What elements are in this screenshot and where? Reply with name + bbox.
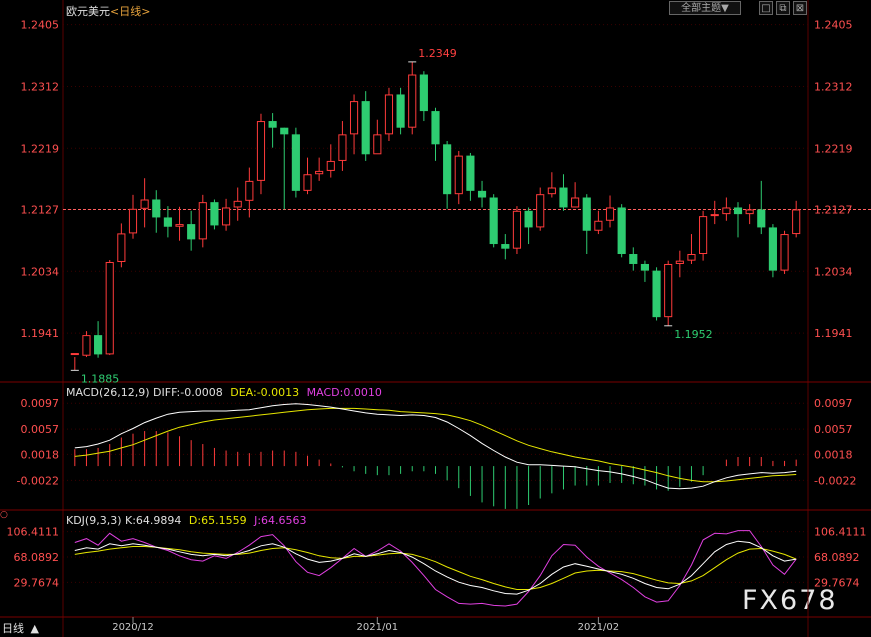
candle-body-down bbox=[268, 121, 277, 128]
candle-body-down bbox=[524, 210, 533, 228]
candle-body-up bbox=[454, 155, 463, 195]
candle-body-up bbox=[605, 207, 615, 221]
chart-canvas: 1.2405 1.2405 1.2312 1.2312 1.2219 1.2219 1.21… bbox=[0, 0, 871, 637]
candle-body-down bbox=[187, 224, 196, 240]
macd-ytick-right: -0.0022 bbox=[814, 474, 856, 487]
candle-body-up bbox=[722, 207, 731, 215]
candle-body-up bbox=[349, 101, 359, 135]
candle-body-up bbox=[664, 263, 673, 318]
candle-body-down bbox=[559, 187, 568, 208]
candle-body-down bbox=[757, 209, 766, 228]
kdj-j-line bbox=[74, 530, 797, 607]
candle-body-up bbox=[128, 208, 138, 234]
macd-ytick-left: -0.0022 bbox=[17, 474, 59, 487]
x-tick-label: 2021/01 bbox=[357, 622, 399, 633]
candle-body-up bbox=[233, 200, 242, 208]
price-ytick-left: 1.1941 bbox=[21, 327, 60, 340]
x-tick-label: 2021/02 bbox=[578, 622, 620, 633]
candle-body-down bbox=[466, 155, 475, 191]
candle-body-down bbox=[419, 74, 428, 112]
candle-body-up bbox=[70, 353, 79, 356]
candle-body-down bbox=[629, 254, 638, 264]
candle-body-down bbox=[652, 270, 661, 318]
macd-ytick-right: 0.0057 bbox=[814, 423, 853, 436]
candle-body-down bbox=[768, 227, 777, 271]
kdj-ytick-left: 106.4111 bbox=[7, 526, 60, 539]
candle-body-up bbox=[710, 214, 719, 217]
price-ytick-left: 1.2219 bbox=[21, 142, 60, 155]
candle-body-down bbox=[396, 94, 405, 128]
candle-body-down bbox=[163, 217, 172, 227]
candle-body-up bbox=[687, 254, 696, 261]
kdj-ytick-right: 29.7674 bbox=[814, 576, 860, 589]
price-ytick-left: 1.2034 bbox=[21, 265, 60, 278]
candle-body-up bbox=[408, 74, 417, 128]
macd-ytick-left: 0.0057 bbox=[21, 423, 60, 436]
candle-body-up bbox=[594, 220, 603, 231]
price-ytick-right: 1.2405 bbox=[814, 19, 853, 32]
price-ytick-right: 1.1941 bbox=[814, 327, 853, 340]
candle-body-up bbox=[326, 160, 335, 171]
candle-body-down bbox=[291, 134, 300, 191]
price-ytick-left: 1.2127 bbox=[21, 203, 60, 216]
kdj-k-line bbox=[74, 540, 797, 595]
candle-body-down bbox=[489, 197, 498, 245]
macd-ytick-left: 0.0018 bbox=[21, 448, 60, 461]
candle-body-down bbox=[361, 101, 370, 155]
candle-body-up bbox=[571, 197, 580, 208]
candle-body-down bbox=[640, 263, 650, 271]
candle-body-up bbox=[105, 261, 114, 355]
price-ytick-right: 1.2034 bbox=[814, 265, 853, 278]
candle-body-up bbox=[675, 260, 684, 264]
candle-body-up bbox=[117, 233, 126, 262]
candle-body-up bbox=[198, 202, 207, 240]
candle-body-up bbox=[245, 180, 254, 201]
price-ytick-left: 1.2405 bbox=[21, 19, 60, 32]
candle-body-up bbox=[256, 121, 266, 181]
candle-body-up bbox=[699, 216, 708, 255]
macd-ytick-right: 0.0097 bbox=[814, 397, 853, 410]
candle-body-down bbox=[501, 244, 510, 249]
candle-body-up bbox=[140, 199, 149, 209]
candle-body-up bbox=[373, 134, 382, 155]
price-ytick-right: 1.2312 bbox=[814, 80, 853, 93]
price-ytick-right: 1.2219 bbox=[814, 142, 853, 155]
low-annotation-2: 1.1952 bbox=[674, 328, 713, 341]
candle-body-up bbox=[338, 134, 347, 161]
macd-ytick-right: 0.0018 bbox=[814, 448, 853, 461]
price-ytick-left: 1.2312 bbox=[21, 80, 60, 93]
candle-body-down bbox=[280, 127, 289, 135]
candle-body-down bbox=[617, 207, 626, 255]
kdj-ytick-left: 68.0892 bbox=[14, 551, 60, 564]
macd-diff-line bbox=[74, 403, 797, 490]
candle-body-up bbox=[512, 210, 522, 249]
kdj-ytick-right: 68.0892 bbox=[814, 551, 860, 564]
candle-body-down bbox=[431, 111, 440, 145]
candle-body-down bbox=[443, 144, 452, 195]
kdj-ytick-left: 29.7674 bbox=[14, 576, 60, 589]
candle-body-up bbox=[175, 224, 184, 227]
candle-body-up bbox=[745, 209, 754, 215]
candle-body-up bbox=[792, 209, 801, 235]
candle-body-up bbox=[82, 335, 91, 356]
macd-ytick-left: 0.0097 bbox=[21, 397, 60, 410]
candle-body-up bbox=[536, 194, 545, 228]
candle-body-down bbox=[477, 190, 487, 198]
x-tick-label: 2020/12 bbox=[112, 622, 154, 633]
candle-body-up bbox=[303, 174, 312, 191]
candle-body-up bbox=[547, 187, 556, 195]
candle-body-down bbox=[94, 335, 103, 355]
candle-body-up bbox=[384, 94, 394, 135]
candle-body-up bbox=[315, 170, 324, 175]
high-annotation: 1.2349 bbox=[418, 47, 457, 60]
candle-body-down bbox=[582, 197, 591, 231]
candle-body-down bbox=[210, 202, 219, 226]
candle-body-down bbox=[733, 207, 743, 215]
candle-body-down bbox=[152, 199, 161, 218]
candle-body-up bbox=[221, 207, 231, 226]
low-annotation-1: 1.1885 bbox=[81, 372, 120, 385]
candle-body-up bbox=[780, 234, 789, 271]
kdj-ytick-right: 106.4111 bbox=[814, 526, 867, 539]
